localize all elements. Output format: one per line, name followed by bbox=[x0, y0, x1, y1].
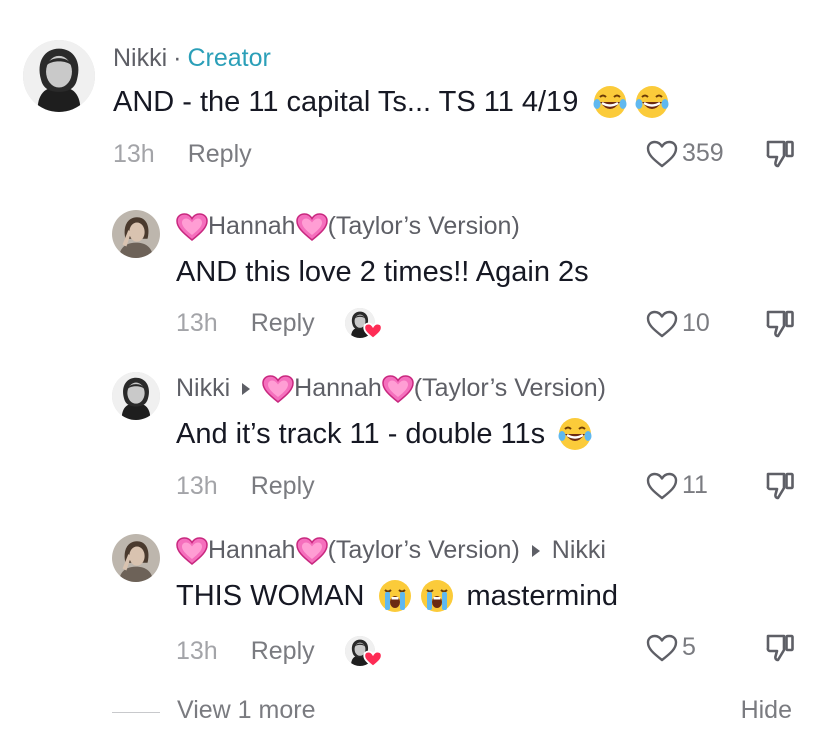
thumbs-down-icon bbox=[764, 138, 796, 170]
avatar[interactable] bbox=[23, 40, 95, 112]
creator-liked-badge bbox=[345, 306, 385, 340]
comment-text: AND this love 2 times!! Again 2s bbox=[176, 256, 589, 289]
like-count: 11 bbox=[682, 471, 708, 499]
heart-outline-icon bbox=[646, 140, 678, 168]
dislike-button[interactable] bbox=[764, 138, 796, 175]
view-more-replies-button[interactable]: View 1 more bbox=[177, 696, 316, 725]
timestamp: 13h bbox=[176, 308, 218, 337]
like-button[interactable]: 11 bbox=[646, 471, 708, 500]
pink-heart-icon bbox=[176, 537, 208, 565]
author-name-suffix: (Taylor’s Version) bbox=[327, 212, 520, 240]
reply-to-name[interactable]: Hannah bbox=[294, 374, 382, 403]
divider bbox=[112, 712, 160, 713]
laughing-tears-emoji-icon bbox=[634, 84, 670, 120]
heart-outline-icon bbox=[646, 472, 678, 500]
comment-body-end: mastermind bbox=[466, 579, 619, 612]
comment-body: AND this love 2 times!! Again 2s bbox=[176, 256, 589, 288]
comment-author-row: Hannah (Taylor’s Version) Nikki bbox=[176, 536, 606, 565]
thumbs-down-icon bbox=[764, 632, 796, 664]
comment-meta: 13h Reply bbox=[176, 472, 315, 501]
timestamp: 13h bbox=[176, 636, 218, 665]
author-name-suffix: (Taylor’s Version) bbox=[327, 536, 520, 564]
avatar[interactable] bbox=[112, 210, 160, 258]
reply-button[interactable]: Reply bbox=[251, 472, 315, 501]
comment-text: AND - the 11 capital Ts... TS 11 4/19 bbox=[113, 84, 670, 120]
author-name[interactable]: Nikki bbox=[113, 44, 167, 73]
comment-text: THIS WOMAN mastermind bbox=[176, 578, 618, 614]
like-button[interactable]: 359 bbox=[646, 139, 724, 168]
loudly-crying-emoji-icon bbox=[377, 578, 413, 614]
laughing-tears-emoji-icon bbox=[557, 416, 593, 452]
comment-meta: 13h Reply bbox=[176, 634, 385, 668]
timestamp: 13h bbox=[113, 140, 155, 168]
thumbs-down-icon bbox=[764, 470, 796, 502]
comment-body: And it’s track 11 - double 11s bbox=[176, 417, 546, 450]
loudly-crying-emoji-icon bbox=[419, 578, 455, 614]
heart-outline-icon bbox=[646, 310, 678, 338]
like-button[interactable]: 10 bbox=[646, 309, 710, 338]
heart-outline-icon bbox=[646, 634, 678, 662]
reply-to-name[interactable]: Nikki bbox=[552, 536, 606, 565]
comment-meta: 13h Reply bbox=[113, 140, 252, 169]
replies-footer: View 1 more Hide bbox=[112, 690, 812, 730]
dislike-button[interactable] bbox=[764, 470, 796, 507]
like-count: 5 bbox=[682, 633, 696, 661]
comment-text: And it’s track 11 - double 11s bbox=[176, 416, 593, 452]
pink-heart-icon bbox=[176, 213, 208, 241]
reply-button[interactable]: Reply bbox=[251, 309, 315, 338]
comment-author-row: Hannah (Taylor’s Version) bbox=[176, 212, 520, 241]
red-heart-icon bbox=[362, 322, 383, 340]
reply-button[interactable]: Reply bbox=[251, 637, 315, 666]
timestamp: 13h bbox=[176, 472, 218, 500]
like-button[interactable]: 5 bbox=[646, 633, 696, 662]
pink-heart-icon bbox=[382, 375, 414, 403]
like-count: 359 bbox=[682, 139, 724, 167]
comment-author-row: Nikki · Creator bbox=[113, 44, 271, 73]
hide-replies-button[interactable]: Hide bbox=[741, 696, 792, 725]
like-count: 10 bbox=[682, 309, 710, 337]
pink-heart-icon bbox=[296, 537, 328, 565]
dislike-button[interactable] bbox=[764, 632, 796, 669]
reply-arrow-icon bbox=[242, 382, 251, 395]
avatar[interactable] bbox=[112, 372, 160, 420]
red-heart-icon bbox=[362, 650, 383, 668]
comment-body: AND - the 11 capital Ts... TS 11 4/19 bbox=[113, 85, 579, 118]
pink-heart-icon bbox=[262, 375, 294, 403]
comment-meta: 13h Reply bbox=[176, 306, 385, 340]
dislike-button[interactable] bbox=[764, 308, 796, 345]
pink-heart-icon bbox=[296, 213, 328, 241]
separator-dot: · bbox=[173, 44, 182, 72]
comment-author-row: Nikki Hannah (Taylor’s Version) bbox=[176, 374, 606, 403]
reply-to-name-suffix: (Taylor’s Version) bbox=[413, 374, 606, 402]
avatar[interactable] bbox=[112, 534, 160, 582]
laughing-tears-emoji-icon bbox=[592, 84, 628, 120]
author-name[interactable]: Hannah bbox=[208, 536, 296, 565]
thumbs-down-icon bbox=[764, 308, 796, 340]
author-name[interactable]: Nikki bbox=[176, 374, 230, 403]
author-name[interactable]: Hannah bbox=[208, 212, 296, 241]
comment-body-start: THIS WOMAN bbox=[176, 579, 365, 612]
creator-liked-badge bbox=[345, 634, 385, 668]
reply-button[interactable]: Reply bbox=[188, 140, 252, 169]
reply-arrow-icon bbox=[531, 544, 540, 557]
creator-badge: Creator bbox=[187, 44, 271, 72]
